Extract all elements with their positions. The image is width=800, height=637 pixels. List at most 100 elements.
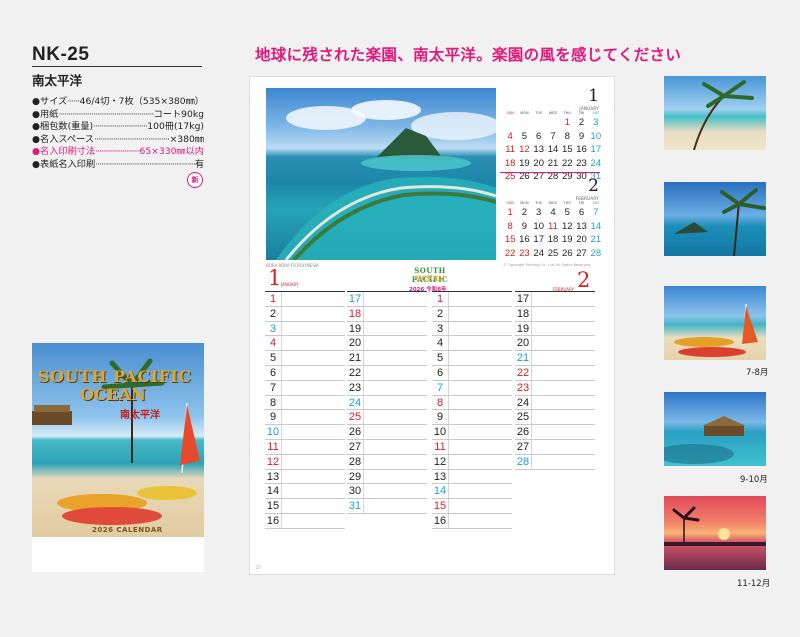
mini-day: 15 xyxy=(561,144,573,155)
daily-note-space xyxy=(543,307,595,321)
daily-date: 18 xyxy=(516,307,530,320)
daily-note-space xyxy=(543,351,595,365)
daily-date: 11 xyxy=(267,440,279,453)
daily-note-space xyxy=(375,425,427,439)
daily-row: 2 xyxy=(432,306,512,322)
dow-label: SUN xyxy=(506,111,514,115)
daily-row: 26 xyxy=(347,425,427,440)
daily-date: 7 xyxy=(436,381,444,394)
daily-row: 19 xyxy=(515,321,595,337)
daily-note-space xyxy=(543,425,595,439)
mini-day: 13 xyxy=(533,144,544,155)
mini-day: 14 xyxy=(590,220,602,232)
daily-date: 4 xyxy=(269,337,277,350)
daily-weekday-cell xyxy=(448,292,460,306)
dow-label: SAT xyxy=(592,111,600,115)
spec-label: ●梱包数(重量) xyxy=(32,121,94,133)
daily-row: 26 xyxy=(515,425,595,440)
spec-label: ●名入スペース xyxy=(32,133,95,145)
daily-note-space xyxy=(293,514,345,528)
daily-row: 1 xyxy=(432,292,512,307)
mini-day: 9 xyxy=(578,130,585,142)
island-aerial-icon xyxy=(276,100,496,260)
daily-date: 4 xyxy=(436,337,444,350)
daily-note-space xyxy=(460,484,512,498)
daily-note-space xyxy=(460,307,512,321)
daily-date: 8 xyxy=(436,396,444,409)
daily-row: 11 xyxy=(265,439,345,455)
daily-weekday-cell xyxy=(363,484,375,499)
daily-row: 13 xyxy=(265,469,345,485)
cover-title-line2: OCEAN xyxy=(80,385,146,404)
thumbnail-3 xyxy=(664,286,766,360)
mini-day: 3 xyxy=(536,207,542,218)
daily-note-space xyxy=(543,455,595,469)
daily-column-jan-2: 17 18 19 20 21 22 23 24 25 26 27 28 29 30 31 xyxy=(347,291,427,514)
daily-note-space xyxy=(375,410,427,424)
daily-note-space xyxy=(460,470,512,484)
mini-day: 6 xyxy=(536,130,542,142)
spec-label: ●用紙 xyxy=(32,108,59,120)
mini-day: 24 xyxy=(590,157,602,169)
daily-weekday-cell xyxy=(448,513,460,528)
daily-note-space xyxy=(460,440,512,454)
daily-weekday-cell xyxy=(448,336,460,351)
daily-note-space xyxy=(375,292,427,306)
daily-row: 14 xyxy=(432,484,512,500)
daily-weekday-cell xyxy=(281,351,293,365)
cover-calendar-label: 2026 CALENDAR xyxy=(92,526,163,534)
mini-day: 3 xyxy=(593,117,599,128)
thumbnail-2 xyxy=(664,182,766,256)
mini-day: 6 xyxy=(578,207,585,218)
mini-dow-row: SUN MON TUE WED THU FRI SAT xyxy=(503,201,603,205)
mini-day: 2 xyxy=(521,207,528,218)
daily-row: 7 xyxy=(265,380,345,396)
daily-row: 28 xyxy=(515,454,595,470)
daily-note-space xyxy=(293,396,345,410)
daily-date: 5 xyxy=(269,352,277,365)
daily-date: 3 xyxy=(436,322,444,335)
daily-row: 11 xyxy=(432,439,512,455)
thumbnail-5 xyxy=(664,496,766,570)
daily-note-space xyxy=(460,322,512,336)
daily-date: 24 xyxy=(516,396,530,409)
daily-note-space xyxy=(293,410,345,424)
daily-weekday-cell xyxy=(363,365,375,380)
product-name: 南太平洋 xyxy=(32,73,83,88)
mini-day: 8 xyxy=(564,130,570,142)
daily-row: 27 xyxy=(515,439,595,455)
mini-day: 20 xyxy=(533,157,544,169)
dow-label: THU xyxy=(563,201,571,205)
spec-value: 有 xyxy=(194,158,204,170)
mini-day: 15 xyxy=(504,234,516,245)
daily-weekday-cell xyxy=(448,439,460,454)
mini-day xyxy=(546,116,560,130)
daily-date: 6 xyxy=(269,366,277,379)
daily-weekday-cell xyxy=(281,336,293,351)
daily-date: 22 xyxy=(516,366,530,379)
thumbnail-label: 11-12月 xyxy=(737,579,771,589)
daily-column-feb-2: 17 18 19 20 21 22 23 24 25 26 27 28 xyxy=(515,291,595,470)
daily-weekday-cell xyxy=(531,410,543,425)
daily-note-space xyxy=(543,366,595,380)
daily-note-space xyxy=(375,440,427,454)
daily-note-space xyxy=(460,366,512,380)
thumbnail-1 xyxy=(664,76,766,150)
daily-weekday-cell xyxy=(281,425,293,439)
daily-note-space xyxy=(293,292,345,306)
spec-row: ●用紙 コート90kg xyxy=(32,109,204,122)
daily-note-space xyxy=(293,455,345,469)
daily-date: 19 xyxy=(348,322,362,335)
product-model: NK-25 xyxy=(32,44,90,65)
daily-row: 15 xyxy=(432,499,512,514)
daily-row: 6 xyxy=(432,365,512,381)
spec-value: 65×330㎜以内 xyxy=(139,146,205,158)
daily-note-space xyxy=(375,336,427,350)
daily-note-space xyxy=(543,322,595,336)
daily-weekday-cell xyxy=(448,469,460,484)
daily-note-space xyxy=(460,455,512,469)
spec-value: ×380㎜ xyxy=(169,133,204,145)
daily-date: 18 xyxy=(348,307,362,320)
cover-photo: SOUTH PACIFIC OCEAN 南太平洋 2026 CALENDAR xyxy=(32,343,204,537)
mini-week-row: 123 xyxy=(503,116,603,130)
